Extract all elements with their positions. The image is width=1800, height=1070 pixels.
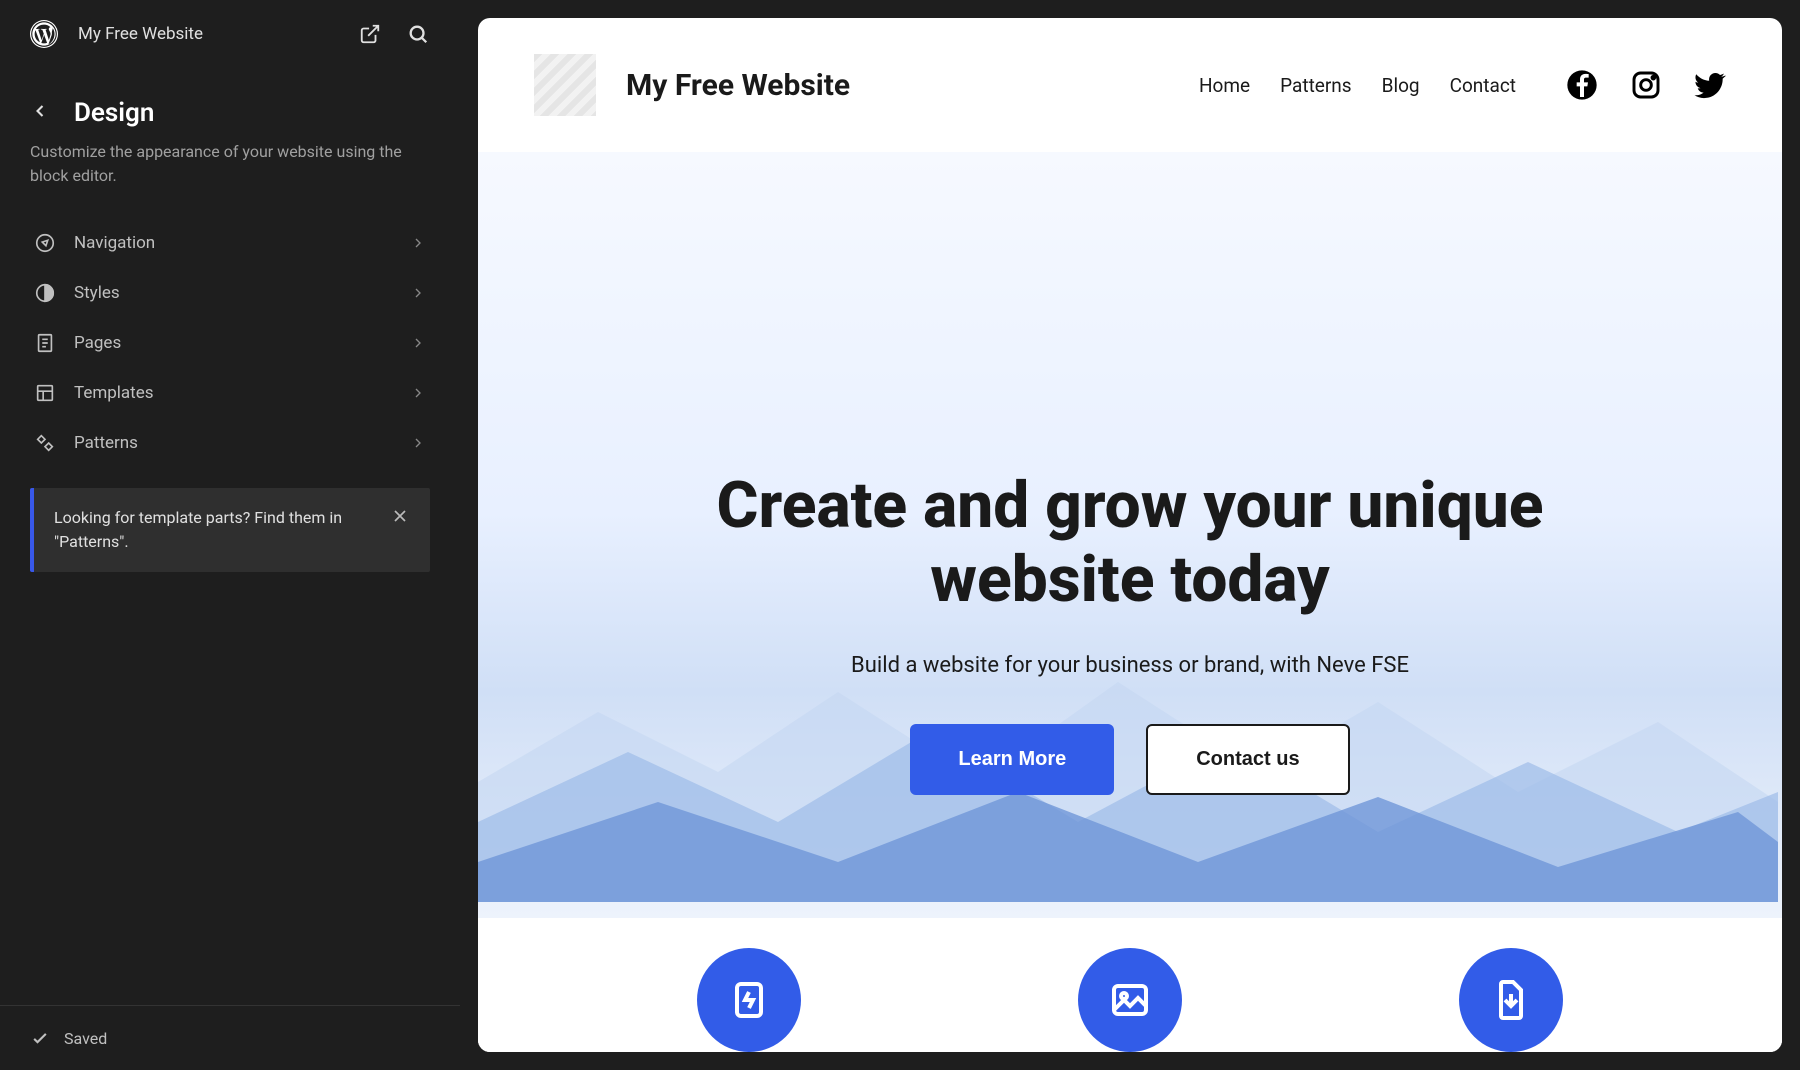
preview-site-title[interactable]: My Free Website [626, 68, 1179, 103]
nav-link-patterns[interactable]: Patterns [1280, 74, 1351, 97]
site-preview[interactable]: My Free Website Home Patterns Blog Conta… [478, 18, 1782, 1052]
learn-more-button[interactable]: Learn More [910, 724, 1114, 795]
menu-label: Pages [74, 333, 392, 353]
menu-label: Navigation [74, 233, 392, 253]
site-logo-placeholder[interactable] [534, 54, 596, 116]
hero-section: Create and grow your unique website toda… [478, 152, 1782, 1052]
chevron-right-icon [410, 385, 426, 401]
half-circle-icon [34, 282, 56, 304]
feature-icon-download[interactable] [1459, 948, 1563, 1052]
contact-us-button[interactable]: Contact us [1146, 724, 1349, 795]
page-icon [34, 332, 56, 354]
design-menu: Navigation Styles Pages Templates Patter… [0, 218, 460, 468]
preview-wrap: My Free Website Home Patterns Blog Conta… [460, 0, 1800, 1070]
menu-label: Styles [74, 283, 392, 303]
site-name[interactable]: My Free Website [78, 24, 338, 44]
compass-icon [34, 232, 56, 254]
sidebar-header: My Free Website [0, 0, 460, 68]
primary-nav: Home Patterns Blog Contact [1199, 74, 1516, 97]
social-links [1566, 69, 1726, 101]
hero-buttons: Learn More Contact us [910, 724, 1349, 795]
nav-link-home[interactable]: Home [1199, 74, 1250, 97]
twitter-icon[interactable] [1694, 69, 1726, 101]
chevron-right-icon [410, 285, 426, 301]
feature-icon-image[interactable] [1078, 948, 1182, 1052]
search-icon[interactable] [406, 22, 430, 46]
wordpress-logo-icon[interactable] [30, 20, 58, 48]
nav-link-contact[interactable]: Contact [1450, 74, 1516, 97]
features-row [478, 918, 1782, 1052]
panel-title-row: Design [0, 68, 460, 140]
chevron-right-icon [410, 435, 426, 451]
preview-header: My Free Website Home Patterns Blog Conta… [478, 18, 1782, 152]
close-icon[interactable] [390, 506, 410, 526]
chevron-right-icon [410, 235, 426, 251]
instagram-icon[interactable] [1630, 69, 1662, 101]
menu-item-pages[interactable]: Pages [20, 318, 440, 368]
layout-icon [34, 382, 56, 404]
facebook-icon[interactable] [1566, 69, 1598, 101]
menu-item-patterns[interactable]: Patterns [20, 418, 440, 468]
template-parts-notice: Looking for template parts? Find them in… [30, 488, 430, 572]
menu-label: Templates [74, 383, 392, 403]
panel-description: Customize the appearance of your website… [0, 140, 460, 218]
hero-subheading[interactable]: Build a website for your business or bra… [851, 653, 1409, 678]
sidebar-footer: Saved [0, 1005, 460, 1070]
menu-item-styles[interactable]: Styles [20, 268, 440, 318]
menu-item-templates[interactable]: Templates [20, 368, 440, 418]
external-link-icon[interactable] [358, 22, 382, 46]
menu-label: Patterns [74, 433, 392, 453]
nav-link-blog[interactable]: Blog [1382, 74, 1420, 97]
check-icon [30, 1028, 50, 1048]
hero-heading[interactable]: Create and grow your unique website toda… [680, 469, 1580, 616]
notice-text: Looking for template parts? Find them in… [54, 506, 374, 554]
back-button[interactable] [30, 101, 54, 125]
sidebar: My Free Website Design Customize the app… [0, 0, 460, 1070]
chevron-right-icon [410, 335, 426, 351]
saved-status: Saved [64, 1029, 107, 1048]
menu-item-navigation[interactable]: Navigation [20, 218, 440, 268]
feature-icon-lightning[interactable] [697, 948, 801, 1052]
panel-title: Design [74, 98, 154, 128]
diamonds-icon [34, 432, 56, 454]
